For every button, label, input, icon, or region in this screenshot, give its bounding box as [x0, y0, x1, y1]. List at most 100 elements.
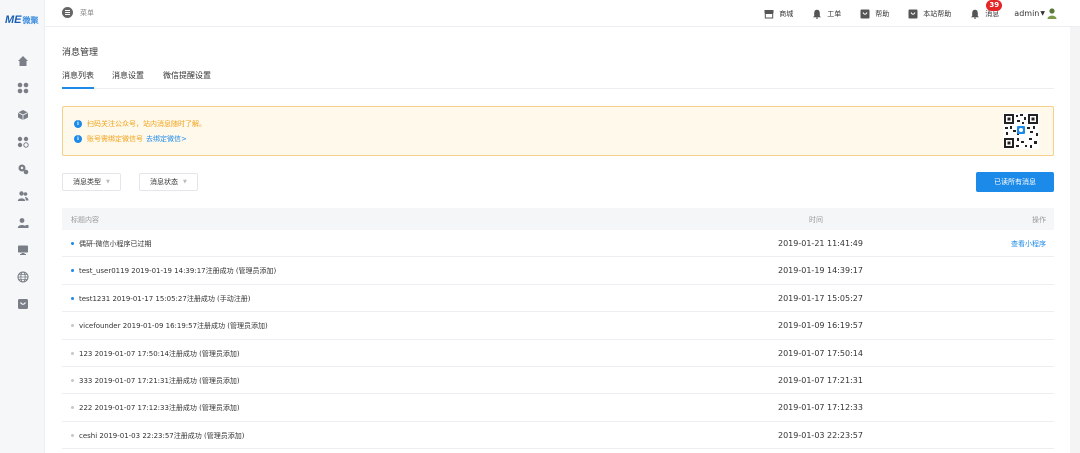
- avatar-icon: [1047, 8, 1057, 19]
- message-title: 222 2019-01-07 17:12:33注册成功 (管理员添加): [79, 404, 240, 413]
- read-dot-icon: [71, 351, 74, 355]
- header-time: 时间: [809, 216, 823, 224]
- topbar-messages-link[interactable]: 消息 39: [970, 0, 1003, 19]
- notice-line-2: i 账号需绑定微信号 去绑定微信>: [74, 134, 187, 144]
- message-box-icon: [860, 9, 870, 19]
- apps-icon[interactable]: [16, 81, 29, 94]
- tab-message-list[interactable]: 消息列表: [62, 70, 94, 89]
- message-time: 2019-01-17 15:05:27: [778, 293, 863, 303]
- message-time: 2019-01-21 11:41:49: [778, 239, 863, 248]
- page-title: 消息管理: [62, 48, 99, 58]
- message-title: 123 2019-01-07 17:50:14注册成功 (管理员添加): [79, 349, 240, 358]
- topbar-site-help-link[interactable]: 本站帮助: [908, 9, 951, 19]
- table-header: 标题内容 时间 操作: [62, 208, 1054, 230]
- username: admin: [1014, 9, 1040, 18]
- unread-dot-icon: [71, 296, 74, 300]
- message-time: 2019-01-19 14:39:17: [778, 266, 863, 276]
- box-icon[interactable]: [16, 108, 29, 121]
- table-row[interactable]: test1231 2019-01-17 15:05:27注册成功 (手动注册) 2…: [62, 285, 1054, 313]
- tab-message-settings[interactable]: 消息设置: [112, 70, 144, 89]
- menu-label: 菜单: [80, 8, 94, 17]
- logo-text: 微聚: [22, 16, 39, 25]
- table-row[interactable]: vicefounder 2019-01-09 16:19:57注册成功 (管理员…: [62, 312, 1054, 340]
- message-title: ceshi 2019-01-03 22:23:57注册成功 (管理员添加): [79, 431, 245, 440]
- message-title: test1231 2019-01-17 15:05:27注册成功 (手动注册): [79, 294, 251, 303]
- store-icon: [764, 9, 774, 19]
- chevron-down-icon: ▼: [183, 179, 187, 185]
- sidebar: ME微聚: [0, 0, 45, 453]
- message-title: test_user0119 2019-01-19 14:39:17注册成功 (管…: [79, 267, 277, 276]
- table-row[interactable]: ceshi 2019-01-03 22:23:57注册成功 (管理员添加) 201…: [62, 422, 1054, 450]
- topbar-help-label: 帮助: [875, 9, 890, 18]
- topbar-actions: 商城 工单 帮助 本站帮助 消息 39 admin ▼: [745, 0, 1057, 27]
- message-table: 标题内容 时间 操作 偶研-微信小程序已过期 2019-01-21 11:41:4…: [62, 208, 1054, 450]
- message-time: 2019-01-03 22:23:57: [778, 430, 863, 440]
- topbar-ticket-label: 工单: [827, 9, 842, 18]
- table-row[interactable]: 333 2019-01-07 17:21:31注册成功 (管理员添加) 2019-…: [62, 367, 1054, 395]
- users-icon[interactable]: [16, 189, 29, 202]
- globe-icon[interactable]: [16, 270, 29, 283]
- notice-line-1: i 扫码关注公众号，站内消息随时了解。: [74, 119, 206, 129]
- grid-settings-icon[interactable]: [16, 135, 29, 148]
- message-time: 2019-01-07 17:50:14: [778, 348, 863, 358]
- message-time: 2019-01-07 17:12:33: [778, 403, 863, 413]
- notice-box: i 扫码关注公众号，站内消息随时了解。 i 账号需绑定微信号 去绑定微信>: [62, 106, 1054, 156]
- chevron-down-icon: ▼: [1040, 10, 1045, 17]
- message-count-badge: 39: [986, 0, 1003, 11]
- message-time: 2019-01-07 17:21:31: [778, 375, 863, 385]
- bell-icon: [970, 9, 980, 19]
- menu-toggle[interactable]: 菜单: [62, 7, 94, 18]
- message-title: 333 2019-01-07 17:21:31注册成功 (管理员添加): [79, 376, 240, 385]
- message-status-filter[interactable]: 消息状态 ▼: [139, 173, 198, 191]
- monitor-icon[interactable]: [16, 243, 29, 256]
- unread-dot-icon: [71, 242, 74, 245]
- message-box-icon: [908, 9, 918, 19]
- view-miniprogram-link[interactable]: 查看小程序: [1011, 239, 1046, 249]
- table-row[interactable]: 123 2019-01-07 17:50:14注册成功 (管理员添加) 2019-…: [62, 340, 1054, 367]
- message-status-filter-label: 消息状态: [150, 178, 178, 186]
- logo-mark: ME: [5, 14, 22, 26]
- chevron-down-icon: ▼: [106, 179, 110, 185]
- message-icon[interactable]: [16, 297, 29, 310]
- scrollbar[interactable]: [1070, 27, 1080, 453]
- read-dot-icon: [71, 324, 74, 328]
- info-icon: i: [74, 120, 82, 128]
- read-dot-icon: [71, 406, 74, 410]
- header-op: 操作: [1032, 216, 1046, 224]
- message-type-filter-label: 消息类型: [73, 178, 101, 186]
- unread-dot-icon: [71, 269, 74, 273]
- header-title: 标题内容: [71, 216, 99, 224]
- mark-all-read-button[interactable]: 已读所有消息: [976, 172, 1054, 192]
- message-title: vicefounder 2019-01-09 16:19:57注册成功 (管理员…: [79, 322, 268, 331]
- bind-wechat-link[interactable]: 去绑定微信>: [146, 134, 187, 144]
- table-body: 偶研-微信小程序已过期 2019-01-21 11:41:49 查看小程序 test_…: [62, 230, 1054, 450]
- topbar-site-help-label: 本站帮助: [923, 9, 952, 18]
- message-type-filter[interactable]: 消息类型 ▼: [62, 173, 121, 191]
- notice-text-2: 账号需绑定微信号: [87, 135, 143, 143]
- table-row[interactable]: 222 2019-01-07 17:12:33注册成功 (管理员添加) 2019-…: [62, 394, 1054, 422]
- message-title: 偶研-微信小程序已过期: [79, 240, 152, 248]
- tab-wechat-reminder-settings[interactable]: 微信提醒设置: [163, 70, 211, 89]
- topbar-store-label: 商城: [779, 9, 794, 18]
- notice-text-1: 扫码关注公众号，站内消息随时了解。: [87, 120, 206, 128]
- qr-code-icon: [1003, 113, 1039, 149]
- table-row[interactable]: test_user0119 2019-01-19 14:39:17注册成功 (管…: [62, 257, 1054, 285]
- topbar-help-link[interactable]: 帮助: [860, 9, 889, 19]
- brand-logo[interactable]: ME微聚: [5, 14, 39, 26]
- bell-icon: [812, 9, 822, 19]
- user-manage-icon[interactable]: [16, 216, 29, 229]
- home-icon[interactable]: [16, 54, 29, 67]
- message-time: 2019-01-09 16:19:57: [778, 321, 863, 331]
- topbar-store-link[interactable]: 商城: [764, 9, 793, 19]
- read-dot-icon: [71, 433, 74, 437]
- cog-group-icon[interactable]: [16, 162, 29, 175]
- topbar-ticket-link[interactable]: 工单: [812, 9, 841, 19]
- topbar: 菜单 商城 工单 帮助 本站帮助 消息 39 admin ▼: [45, 0, 1080, 27]
- read-dot-icon: [71, 378, 74, 382]
- tab-bar: 消息列表 消息设置 微信提醒设置: [62, 70, 1054, 89]
- user-menu[interactable]: admin ▼: [1014, 8, 1057, 19]
- menu-icon: [62, 7, 73, 18]
- info-icon: i: [74, 135, 82, 143]
- table-row[interactable]: 偶研-微信小程序已过期 2019-01-21 11:41:49 查看小程序: [62, 230, 1054, 258]
- app-root: ME微聚 菜单 商城 工单 帮助 本站帮助 消息 39 admin ▼ 消息管理…: [0, 0, 1080, 453]
